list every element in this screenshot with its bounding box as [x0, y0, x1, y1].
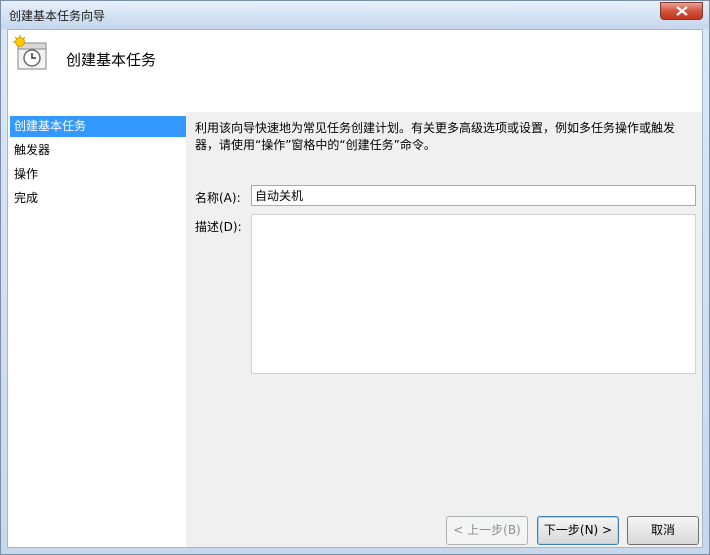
nav-item-action[interactable]: 操作	[10, 164, 186, 185]
wizard-content: 利用该向导快速地为常见任务创建计划。有关更多高级选项或设置，例如多任务操作或触发…	[187, 112, 702, 547]
wizard-steps-nav: 创建基本任务 触发器 操作 完成	[8, 112, 186, 547]
description-label: 描述(D):	[195, 220, 242, 234]
back-button[interactable]: < 上一步(B)	[446, 516, 528, 545]
nav-item-create-basic-task[interactable]: 创建基本任务	[10, 116, 186, 137]
wizard-header: 创建基本任务	[8, 30, 702, 112]
description-textarea[interactable]	[251, 214, 696, 374]
close-button[interactable]	[660, 2, 703, 20]
cancel-button[interactable]: 取消	[627, 516, 699, 545]
next-button[interactable]: 下一步(N) >	[537, 516, 619, 545]
instructions-text: 利用该向导快速地为常见任务创建计划。有关更多高级选项或设置，例如多任务操作或触发…	[195, 120, 700, 154]
title-bar[interactable]: 创建基本任务向导	[1, 1, 709, 29]
calendar-clock-icon	[13, 35, 47, 70]
nav-item-trigger[interactable]: 触发器	[10, 140, 186, 161]
client-area: 创建基本任务 创建基本任务 触发器 操作 完成 利用该向导快速地为常见任务创建计…	[7, 29, 703, 548]
instructions-line-2: 器，请使用“操作”窗格中的“创建任务”命令。	[195, 138, 436, 152]
wizard-window: 创建基本任务向导 创建基本任务 创建基本任务 触发器 操作 完成 利用该向导快速…	[0, 0, 710, 555]
page-title: 创建基本任务	[66, 51, 157, 69]
name-input[interactable]	[251, 185, 696, 206]
name-label: 名称(A):	[195, 191, 241, 205]
close-icon	[676, 6, 688, 16]
instructions-line-1: 利用该向导快速地为常见任务创建计划。有关更多高级选项或设置，例如多任务操作或触发	[195, 121, 676, 135]
window-title: 创建基本任务向导	[9, 9, 106, 23]
nav-item-finish[interactable]: 完成	[10, 188, 186, 209]
